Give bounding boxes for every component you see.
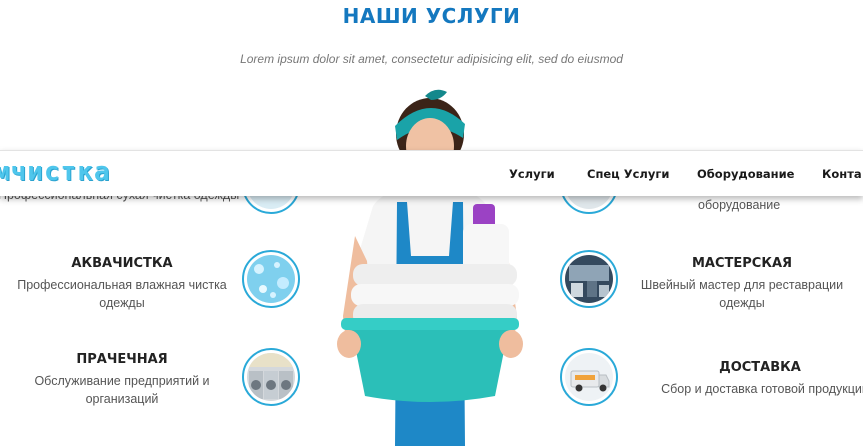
service-title-delivery: ДОСТАВКА xyxy=(719,360,801,375)
service-title-aquaclean: АКВАЧИСТКА xyxy=(71,256,173,271)
section-title: НАШИ УСЛУГИ xyxy=(342,4,521,28)
sewing-workshop-icon xyxy=(560,250,618,308)
water-drops-icon xyxy=(242,250,300,308)
service-desc-delivery: Сбор и доставка готовой продукции xyxy=(661,382,863,396)
service-desc-laundry: Обслуживание предприятий и организаций xyxy=(34,374,210,406)
service-desc-aquaclean: Профессиональная влажная чистка одежды xyxy=(17,278,227,310)
nav-item-services[interactable]: Услуги xyxy=(509,167,555,181)
section-subtitle: Lorem ipsum dolor sit amet, consectetur … xyxy=(240,52,623,66)
service-desc-equipment: оборудование xyxy=(698,198,781,212)
service-title-laundry: ПРАЧЕЧНАЯ xyxy=(76,352,168,367)
site-logo[interactable]: мчистка xyxy=(0,157,111,187)
delivery-van-icon xyxy=(560,348,618,406)
sticky-navbar: мчистка Услуги Спец Услуги Оборудование … xyxy=(0,150,863,196)
laundry-woman-image xyxy=(337,89,523,446)
nav-item-equipment[interactable]: Оборудование xyxy=(697,167,794,181)
service-desc-workshop: Швейный мастер для реставрации одежды xyxy=(640,278,844,310)
laundromat-icon xyxy=(242,348,300,406)
service-title-workshop: МАСТЕРСКАЯ xyxy=(691,256,793,271)
nav-item-contacts[interactable]: Конта xyxy=(822,167,862,181)
nav-item-special-services[interactable]: Спец Услуги xyxy=(587,167,669,181)
